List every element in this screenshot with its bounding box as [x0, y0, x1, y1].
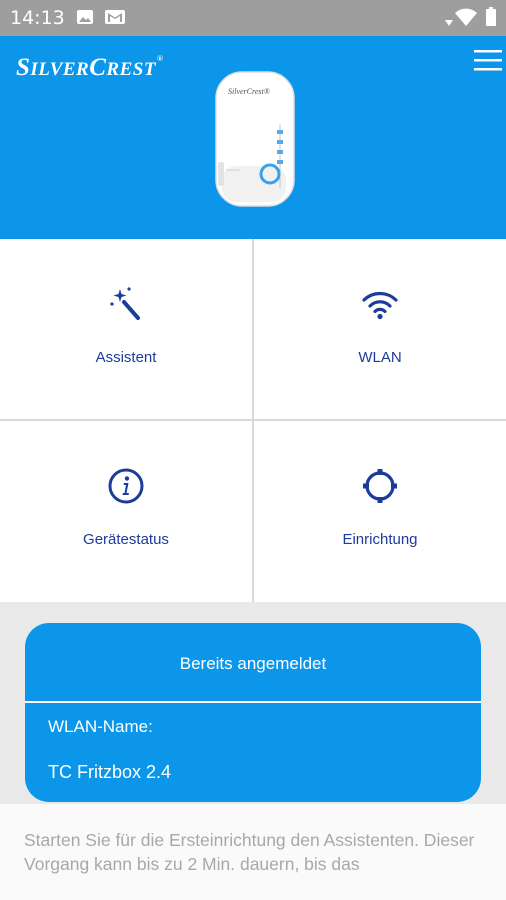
card-divider [25, 701, 481, 703]
repeater-device-image: SilverCrest® [214, 70, 296, 215]
app-header: SILVERCREST® SilverCrest® [0, 36, 506, 239]
card-title: Bereits angemeldet [179, 654, 327, 673]
silvercrest-logo: SILVERCREST® [16, 54, 164, 81]
signal-dot-icon [445, 14, 453, 32]
hamburger-menu-icon[interactable] [470, 44, 506, 76]
tile-label: Gerätestatus [83, 531, 169, 548]
tile-einrichtung[interactable]: Einrichtung [254, 421, 506, 602]
tile-wlan[interactable]: WLAN [254, 239, 506, 419]
tile-label: WLAN [358, 349, 402, 366]
info-icon [106, 466, 146, 511]
tile-assistent[interactable]: Assistent [0, 239, 252, 419]
status-time: 14:13 [10, 7, 65, 29]
gmail-icon [104, 8, 126, 31]
connection-status-card: Bereits angemeldet WLAN-Name: TC Fritzbo… [25, 623, 481, 802]
wifi-icon [454, 7, 478, 32]
ssid-value: TC Fritzbox 2.4 [48, 762, 172, 782]
tile-label: Einrichtung [342, 531, 418, 548]
magic-wand-icon [106, 284, 146, 329]
image-icon [76, 8, 94, 31]
menu-grid: Assistent WLAN Gerätestatus Einrichtung [0, 239, 506, 602]
wifi-icon [360, 284, 400, 329]
info-text: Starten Sie für die Ersteinrichtung den … [24, 830, 475, 874]
info-panel: Starten Sie für die Ersteinrichtung den … [0, 804, 506, 900]
battery-icon [485, 7, 497, 32]
gear-icon [360, 466, 400, 511]
tile-geraetestatus[interactable]: Gerätestatus [0, 421, 252, 602]
device-brand-text: SilverCrest® [228, 87, 270, 96]
status-bar: 14:13 [0, 0, 506, 36]
ssid-label: WLAN-Name: [48, 717, 153, 736]
tile-label: Assistent [95, 349, 157, 366]
